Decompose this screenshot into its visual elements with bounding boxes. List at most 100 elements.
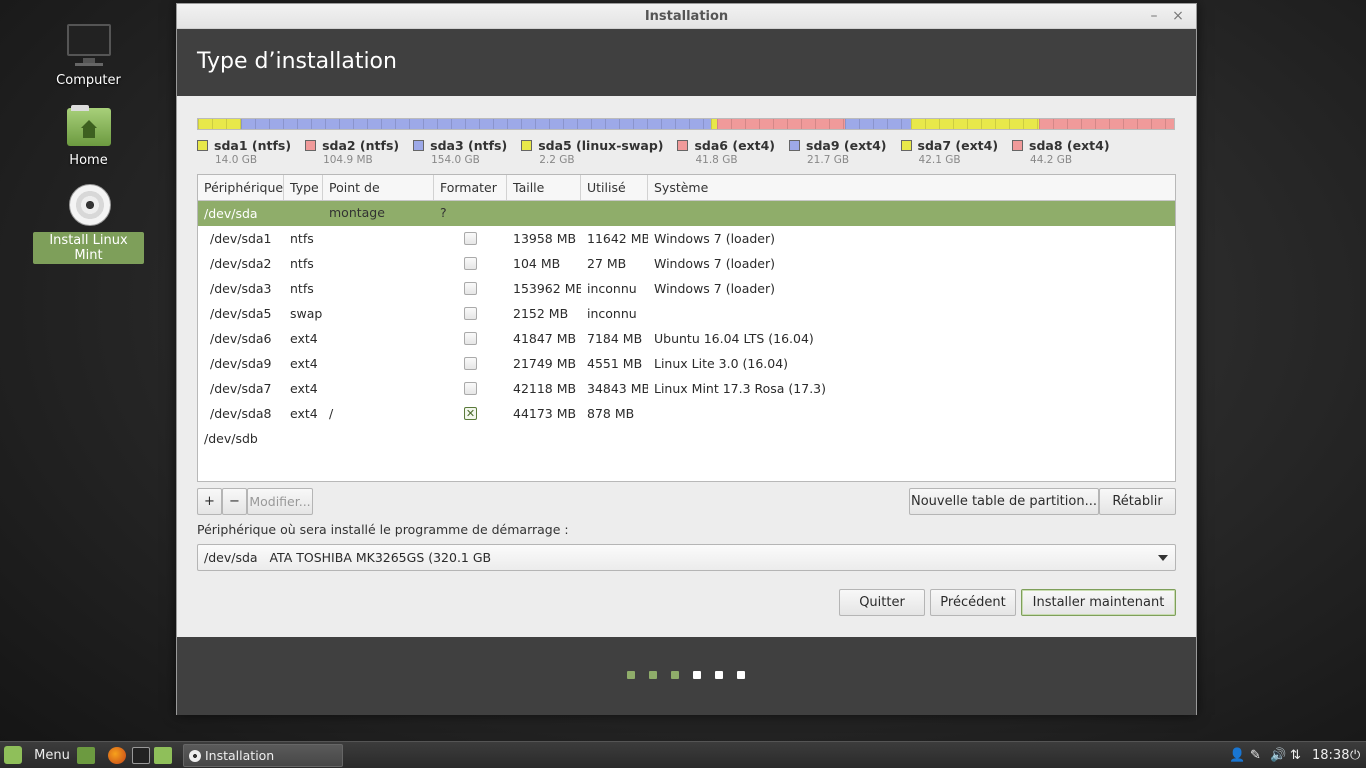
cell-used: inconnu [587, 281, 637, 296]
legend-size: 154.0 GB [431, 154, 480, 166]
format-checkbox[interactable] [464, 357, 477, 370]
power-icon[interactable]: ⏻ [1350, 742, 1360, 768]
partition-legend: sda1 (ntfs) 14.0 GB sda2 (ntfs) 104.9 MB sda… [197, 138, 1124, 166]
format-checkbox[interactable]: ✕ [464, 407, 477, 420]
cell-device: /dev/sda2 [210, 256, 272, 271]
legend-swatch [521, 140, 533, 151]
quit-button[interactable]: Quitter [839, 589, 925, 616]
desktop-icon-label: Home [69, 153, 108, 168]
format-checkbox[interactable] [464, 257, 477, 270]
table-row[interactable]: /dev/sda8 ext4 / ✕ 44173 MB 878 MB [198, 401, 1175, 426]
window-title: Installation [644, 9, 729, 24]
add-partition-button[interactable]: + [197, 488, 222, 515]
page-title: Type d’installation [197, 49, 397, 74]
cell-mount [323, 276, 434, 301]
cell-used: 7184 MB [587, 331, 643, 346]
format-checkbox[interactable] [464, 332, 477, 345]
cell-size: 13958 MB [513, 231, 577, 246]
remove-partition-button[interactable]: − [222, 488, 247, 515]
pen-icon[interactable]: ✎ [1250, 742, 1261, 768]
partition-bar-segment-sda3 [240, 119, 711, 129]
cell-system: Windows 7 (loader) [654, 281, 775, 296]
cell-format [434, 351, 507, 376]
cell-used: 27 MB [587, 256, 627, 271]
column-header-size[interactable]: Taille [507, 175, 581, 200]
table-row[interactable]: /dev/sda1 ntfs 13958 MB 11642 MB Windows 7 (… [198, 226, 1175, 251]
cell-size: 2152 MB [513, 306, 569, 321]
format-checkbox[interactable] [464, 307, 477, 320]
desktop-icon-computer[interactable]: Computer [33, 22, 144, 89]
bootloader-device-select[interactable]: /dev/sda ATA TOSHIBA MK3265GS (320.1 GB [197, 544, 1176, 571]
column-header-format[interactable]: Formater ? [434, 175, 507, 220]
table-row[interactable]: /dev/sda6 ext4 41847 MB 7184 MB Ubuntu 16.04… [198, 326, 1175, 351]
minimize-button[interactable]: – [1144, 4, 1164, 29]
modify-partition-button[interactable]: Modifier... [247, 488, 313, 515]
cell-system [648, 401, 1175, 426]
partition-bar-segment-sda9 [844, 119, 911, 129]
column-header-mount[interactable]: Point de montage [323, 175, 434, 220]
install-now-button[interactable]: Installer maintenant [1021, 589, 1176, 616]
desktop-icon-install-linux-mint[interactable]: Install Linux Mint [33, 182, 144, 264]
progress-step-dot [737, 671, 745, 679]
dropdown-arrow-icon [1158, 555, 1168, 561]
network-icon[interactable]: ⇅ [1290, 742, 1301, 768]
cell-used: inconnu [587, 306, 637, 321]
clock[interactable]: 18:38 [1312, 742, 1349, 768]
new-partition-table-button[interactable]: Nouvelle table de partition... [909, 488, 1099, 515]
table-row-group-sdb[interactable]: /dev/sdb [198, 426, 1175, 451]
column-header-device[interactable]: Périphérique [198, 175, 284, 200]
legend-item: sda3 (ntfs) 154.0 GB [413, 138, 507, 166]
show-desktop-icon[interactable] [77, 747, 95, 764]
taskbar-window-installation[interactable]: Installation [183, 744, 343, 767]
legend-label: sda1 (ntfs) [214, 138, 292, 153]
column-header-system[interactable]: Système [648, 175, 1175, 200]
legend-label: sda7 (ext4) [917, 138, 999, 153]
column-header-used[interactable]: Utilisé [581, 175, 648, 200]
firefox-icon[interactable] [108, 747, 126, 764]
cell-system: Linux Lite 3.0 (16.04) [654, 356, 789, 371]
table-row[interactable]: /dev/sda5 swap 2152 MB inconnu [198, 301, 1175, 326]
revert-button[interactable]: Rétablir [1099, 488, 1176, 515]
legend-swatch [900, 140, 912, 151]
table-row[interactable]: /dev/sda3 ntfs 153962 MB inconnu Windows 7 (… [198, 276, 1175, 301]
back-button[interactable]: Précédent [930, 589, 1016, 616]
cell-mount: / [329, 406, 334, 421]
cell-device: /dev/sda1 [210, 231, 272, 246]
cell-used: 878 MB [587, 406, 635, 421]
column-header-type[interactable]: Type [284, 175, 323, 200]
legend-size: 2.2 GB [539, 154, 575, 166]
legend-item: sda5 (linux-swap) 2.2 GB [521, 138, 663, 166]
window-titlebar[interactable]: Installation – × [177, 4, 1196, 29]
table-row[interactable]: /dev/sda2 ntfs 104 MB 27 MB Windows 7 (loade… [198, 251, 1175, 276]
installer-window: Installation – × Type d’installation sda… [176, 3, 1197, 715]
partition-bar-segment-sda1 [198, 119, 241, 129]
taskbar: Menu Installation 👤 ✎ 🔊 ⇅ 18:38 ⏻ [0, 741, 1366, 768]
partition-bar-segment-sda6 [717, 119, 845, 129]
cell-mount [323, 251, 434, 276]
close-button[interactable]: × [1168, 4, 1188, 29]
format-checkbox[interactable] [464, 232, 477, 245]
table-row[interactable]: /dev/sda7 ext4 42118 MB 34843 MB Linux Mint … [198, 376, 1175, 401]
desktop-icon-home[interactable]: Home [33, 102, 144, 169]
page-header: Type d’installation [177, 29, 1196, 96]
cell-size: 153962 MB [513, 281, 581, 296]
cell-device: /dev/sda6 [210, 331, 272, 346]
volume-icon[interactable]: 🔊 [1270, 742, 1286, 768]
cell-device: /dev/sda8 [210, 406, 272, 421]
cell-device: /dev/sda3 [210, 281, 272, 296]
cell-system: Windows 7 (loader) [654, 231, 775, 246]
files-icon[interactable] [154, 747, 172, 764]
cell-system: Ubuntu 16.04 LTS (16.04) [654, 331, 814, 346]
cell-format: ✕ [434, 401, 507, 426]
menu-button[interactable]: Menu [4, 742, 70, 768]
terminal-icon[interactable] [132, 747, 150, 764]
legend-size: 44.2 GB [1030, 154, 1073, 166]
format-checkbox[interactable] [464, 282, 477, 295]
legend-size: 104.9 MB [323, 154, 373, 166]
user-icon[interactable]: 👤 [1229, 742, 1245, 768]
progress-step-dot [671, 671, 679, 679]
cell-used: 11642 MB [587, 231, 648, 246]
table-row[interactable]: /dev/sda9 ext4 21749 MB 4551 MB Linux Lite 3… [198, 351, 1175, 376]
format-checkbox[interactable] [464, 382, 477, 395]
table-header: Périphérique Type Point de montage Forma… [198, 175, 1175, 220]
